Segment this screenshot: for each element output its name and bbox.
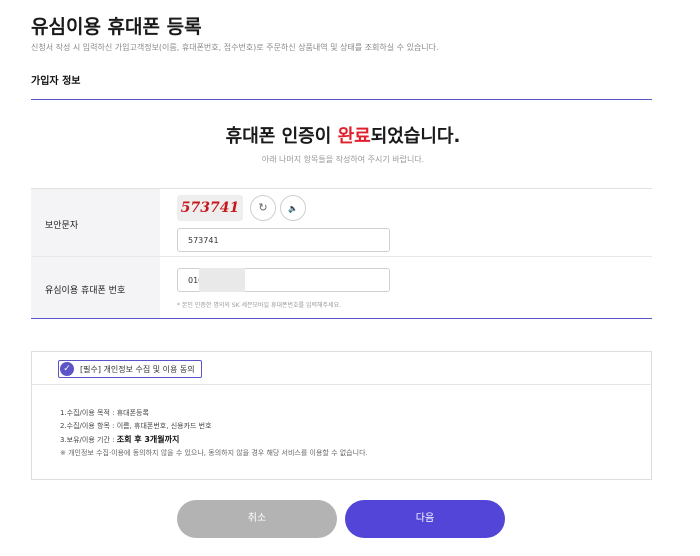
phone-number-mask [199,268,245,292]
terms-note: ※ 개인정보 수집·이용에 동의하지 않을 수 있으나, 동의하지 않을 경우 … [60,449,368,457]
audio-captcha-button[interactable]: 🔈 [280,195,306,221]
terms-purpose: 1.수집/이용 목적 : 휴대폰등록 [60,409,149,417]
section-label: 가입자 정보 [31,76,81,87]
section-divider [31,99,652,100]
agreement-header-divider [31,384,652,385]
terms-period-value: 조회 후 3개월까지 [116,435,180,444]
form-bottom-border [31,318,652,319]
cancel-button[interactable]: 취소 [177,500,337,538]
captcha-image: 573741 [177,195,243,221]
next-button[interactable]: 다음 [345,500,505,538]
consent-terms: 1.수집/이용 목적 : 휴대폰등록 2.수집/이용 항목 : 이름, 휴대폰번… [60,407,368,460]
privacy-consent-label: [필수] 개인정보 수집 및 이용 동의 [80,364,195,374]
speaker-icon: 🔈 [288,204,298,213]
terms-items: 2.수집/이용 항목 : 이름, 휴대폰번호, 신용카드 번호 [60,422,212,430]
auth-heading-after: 되었습니다. [370,126,461,147]
form-row-divider [31,256,652,257]
auth-heading-accent: 완료 [337,126,371,147]
terms-period: 3.보유/이용 기간 : 조회 후 3개월까지 [60,433,368,447]
auth-complete-subtext: 아래 나머지 항목들을 작성하여 주시기 바랍니다. [261,155,425,164]
security-code-label: 보안문자 [45,221,79,231]
captcha-input[interactable]: 573741 [177,228,390,252]
auth-heading-before: 휴대폰 인증이 [225,126,338,147]
page-subtitle: 신청서 작성 시 입력하신 가입고객정보(이름, 휴대폰번호, 접수번호)로 주… [31,43,439,52]
check-icon: ✓ [60,362,74,376]
privacy-consent-checkbox[interactable]: ✓ [필수] 개인정보 수집 및 이용 동의 [58,360,202,378]
phone-number-label: 유심이용 휴대폰 번호 [45,286,126,296]
auth-complete-heading: 휴대폰 인증이 완료되었습니다. [0,122,686,148]
refresh-icon: ↻ [258,201,268,214]
form-label-column [31,189,160,318]
refresh-captcha-button[interactable]: ↻ [250,195,276,221]
page-title: 유심이용 휴대폰 등록 [31,16,202,38]
terms-period-prefix: 3.보유/이용 기간 : [60,436,117,444]
phone-number-hint: * 본인 인증한 명의의 SK 세븐모바일 휴대폰번호를 입력해주세요. [177,302,342,309]
